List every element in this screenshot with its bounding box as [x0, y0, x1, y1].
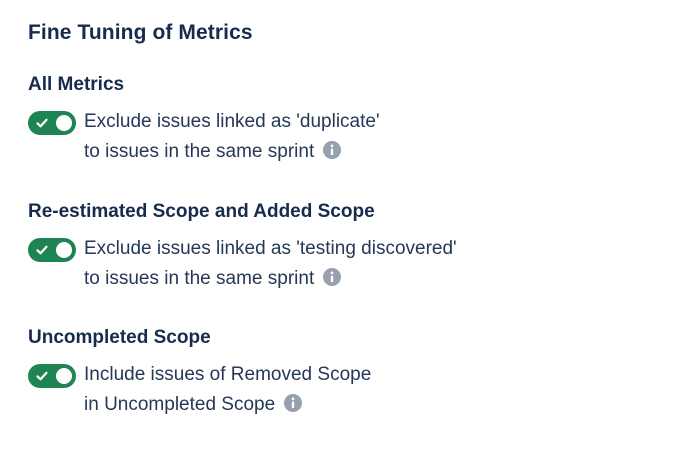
setting-label-line-2: to issues in the same sprint: [84, 137, 380, 167]
setting-label-line-2: to issues in the same sprint: [84, 264, 457, 294]
setting-label-line-1: Include issues of Removed Scope: [84, 364, 372, 385]
removed-scope-inclusion-toggle[interactable]: [28, 364, 76, 388]
section-title-all-metrics: All Metrics: [28, 74, 125, 95]
setting-label-line-1: Exclude issues linked as 'duplicate': [84, 111, 380, 132]
toggle-knob: [56, 242, 72, 258]
check-icon: [36, 118, 48, 128]
removed-scope-inclusion-label: Include issues of Removed Scope in Uncom…: [84, 360, 371, 420]
testing-discovered-exclusion-setting: Exclude issues linked as 'testing discov…: [28, 234, 648, 296]
duplicate-exclusion-label: Exclude issues linked as 'duplicate' to …: [84, 107, 380, 167]
section-title-uncompleted-scope: Uncompleted Scope: [28, 327, 211, 348]
info-icon[interactable]: [322, 267, 342, 287]
setting-label-line-2-text: to issues in the same sprint: [84, 141, 315, 162]
duplicate-exclusion-toggle[interactable]: [28, 111, 76, 135]
testing-discovered-exclusion-toggle[interactable]: [28, 238, 76, 262]
removed-scope-inclusion-setting: Include issues of Removed Scope in Uncom…: [28, 360, 648, 422]
setting-label-line-2-text: in Uncompleted Scope: [84, 394, 276, 415]
testing-discovered-exclusion-label: Exclude issues linked as 'testing discov…: [84, 234, 457, 294]
setting-label-line-1: Exclude issues linked as 'testing discov…: [84, 238, 457, 259]
info-icon[interactable]: [283, 393, 303, 413]
all-metrics-section: All Metrics Exclude issues linked as 'du…: [28, 73, 648, 169]
fine-tuning-panel: Fine Tuning of Metrics All Metrics Exclu…: [0, 0, 673, 460]
info-icon[interactable]: [322, 140, 342, 160]
scope-section: Re-estimated Scope and Added Scope Exclu…: [28, 200, 648, 296]
check-icon: [36, 371, 48, 381]
section-title-reestimated-added-scope: Re-estimated Scope and Added Scope: [28, 201, 375, 222]
page-title: Fine Tuning of Metrics: [28, 21, 253, 44]
toggle-knob: [56, 368, 72, 384]
setting-label-line-2-text: to issues in the same sprint: [84, 268, 315, 289]
duplicate-exclusion-setting: Exclude issues linked as 'duplicate' to …: [28, 107, 648, 169]
toggle-knob: [56, 115, 72, 131]
uncompleted-scope-section: Uncompleted Scope Include issues of Remo…: [28, 326, 648, 422]
check-icon: [36, 245, 48, 255]
setting-label-line-2: in Uncompleted Scope: [84, 390, 371, 420]
